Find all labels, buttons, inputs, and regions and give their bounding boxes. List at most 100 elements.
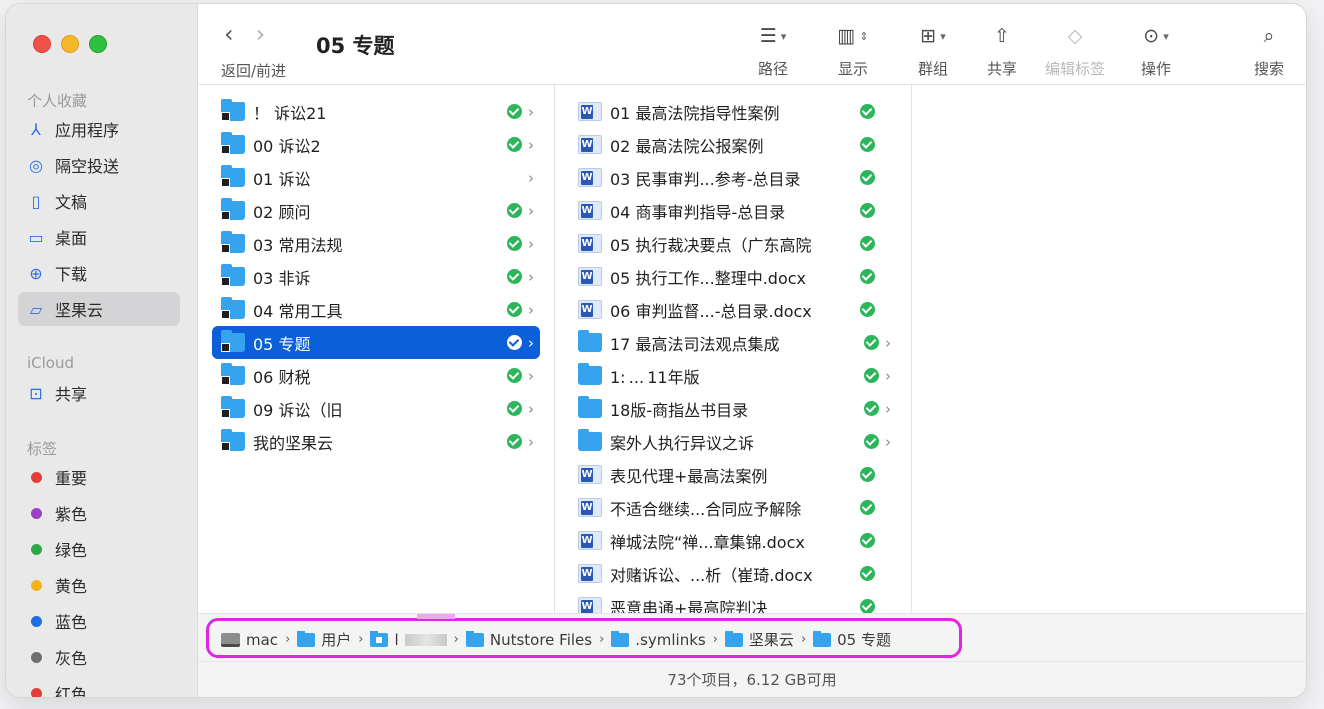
sidebar-item-desktop[interactable]: ▭ 桌面 (18, 220, 180, 254)
item-name: 06 审判监督...-总目录.docx (610, 301, 812, 321)
list-item[interactable]: 03 非诉 › (212, 260, 540, 293)
word-document-icon (578, 267, 602, 286)
chevron-right-icon: › (528, 300, 534, 319)
tag-blue-dot (31, 615, 42, 627)
path-item-label: Nutstore Files (489, 630, 593, 649)
column-contents: 01 最高法院指导性案例 02 最高法院公报案例 03 民事审判...参考-总目… (555, 85, 912, 613)
path-item-nutstore-files[interactable]: Nutstore Files (465, 630, 593, 649)
sidebar-item-label: 重要 (55, 469, 88, 488)
sync-check-icon (860, 533, 875, 548)
folder-icon (578, 330, 602, 352)
group-button[interactable]: ⊞ ▾ 群组 (898, 24, 968, 79)
redacted-username (404, 633, 447, 646)
sidebar-item-label: 文稿 (55, 193, 88, 212)
list-item[interactable]: 05 执行裁决要点（广东高院 (569, 227, 897, 260)
path-item-home[interactable]: l (370, 630, 447, 649)
item-name: 02 最高法院公报案例 (610, 136, 764, 156)
sidebar-tag-green[interactable]: 绿色 (18, 532, 180, 566)
chevron-down-icon: ▾ (780, 29, 787, 43)
list-item[interactable]: 04 常用工具 › (212, 293, 540, 326)
item-name: 04 商事审判指导-总目录 (610, 202, 786, 222)
forward-button[interactable]: › (256, 20, 266, 48)
path-item-users[interactable]: 用户 (297, 629, 351, 650)
sidebar-tag-important[interactable]: 重要 (18, 460, 180, 494)
sidebar-tag-gray[interactable]: 灰色 (18, 640, 180, 674)
sidebar-item-applications[interactable]: ⅄ 应用程序 (18, 112, 180, 146)
chevron-right-icon: › (528, 432, 534, 451)
list-item[interactable]: 18版-商指丛书目录 › (569, 392, 897, 425)
list-item[interactable]: 01 诉讼 › (212, 161, 540, 194)
list-item[interactable]: 02 顾问 › (212, 194, 540, 227)
path-item-nutstore[interactable]: 坚果云 (724, 629, 794, 650)
sidebar-item-label: 共享 (55, 385, 88, 404)
sidebar-tag-purple[interactable]: 紫色 (18, 496, 180, 530)
tag-red-dot (31, 471, 42, 483)
list-item[interactable]: 03 民事审判...参考-总目录 (569, 161, 897, 194)
list-item[interactable]: 17 最高法司法观点集成 › (569, 326, 897, 359)
breadcrumb: mac › 用户 › l › Nutstore Files › .symlink… (221, 629, 891, 650)
columns-view-icon: ▥ (837, 25, 856, 47)
list-item[interactable]: 03 常用法规 › (212, 227, 540, 260)
list-item[interactable]: ！ 诉讼21 › (212, 95, 540, 128)
list-item[interactable]: 禅城法院“禅...章集锦.docx (569, 524, 897, 557)
sidebar-item-downloads[interactable]: ⊕ 下载 (18, 256, 180, 290)
back-button[interactable]: ‹ (224, 20, 234, 48)
zoom-window-button[interactable] (89, 35, 107, 53)
sidebar-item-label: 黄色 (55, 577, 88, 596)
word-document-icon (578, 102, 602, 121)
chevron-right-icon: › (528, 366, 534, 385)
sidebar-tag-red[interactable]: 红色 (18, 676, 180, 697)
document-icon: ▯ (31, 191, 41, 211)
list-item[interactable]: 1: ... 11年版 › (569, 359, 897, 392)
list-item[interactable]: 06 审判监督...-总目录.docx (569, 293, 897, 326)
share-button[interactable]: ⇧ 共享 (967, 24, 1037, 79)
search-button[interactable]: ⌕ 搜索 (1234, 24, 1304, 79)
chevron-right-icon: › (528, 168, 534, 187)
chevron-right-icon: › (528, 234, 534, 253)
list-item[interactable]: 我的坚果云 › (212, 425, 540, 458)
list-item[interactable]: 06 财税 › (212, 359, 540, 392)
list-item[interactable]: 09 诉讼（旧 › (212, 392, 540, 425)
chevron-right-icon: › (800, 632, 807, 647)
folder-icon (578, 363, 602, 385)
list-item[interactable]: 恶意串通+最高院判决 (569, 590, 897, 613)
sidebar-item-nutstore[interactable]: ▱ 坚果云 (18, 292, 180, 326)
list-item[interactable]: 00 诉讼2 › (212, 128, 540, 161)
path-item-current[interactable]: 05 专题 (813, 629, 891, 650)
path-item-label: l (394, 630, 399, 649)
chevron-right-icon: › (528, 201, 534, 220)
item-name: 我的坚果云 (253, 433, 334, 453)
item-name: 05 专题 (253, 334, 311, 354)
path-item-symlinks[interactable]: .symlinks (611, 630, 706, 649)
action-button[interactable]: ⊙ ▾ 操作 (1121, 24, 1191, 79)
sidebar: 个人收藏 ⅄ 应用程序 ◎ 隔空投送 ▯ 文稿 ▭ 桌面 ⊕ 下载 ▱ 坚果云 … (6, 4, 198, 697)
minimize-window-button[interactable] (61, 35, 79, 53)
sync-check-icon (864, 335, 879, 350)
window-controls (33, 35, 107, 53)
path-button[interactable]: ☰ ▾ 路径 (738, 24, 808, 79)
column-parent: ！ 诉讼21 › 00 诉讼2 › 01 诉讼 › 02 顾问 › 03 常用法… (198, 85, 555, 613)
list-item[interactable]: 不适合继续...合同应予解除 (569, 491, 897, 524)
sidebar-tag-blue[interactable]: 蓝色 (18, 604, 180, 638)
sidebar-item-airdrop[interactable]: ◎ 隔空投送 (18, 148, 180, 182)
list-item[interactable]: 02 最高法院公报案例 (569, 128, 897, 161)
close-window-button[interactable] (33, 35, 51, 53)
sidebar-tag-yellow[interactable]: 黄色 (18, 568, 180, 602)
view-button[interactable]: ▥ ⇕ 显示 (818, 24, 888, 79)
sidebar-item-documents[interactable]: ▯ 文稿 (18, 184, 180, 218)
edit-tags-button[interactable]: ◇ 编辑标签 (1040, 24, 1110, 79)
item-name: 04 常用工具 (253, 301, 343, 321)
list-item[interactable]: 对赌诉讼、...析（崔琦.docx (569, 557, 897, 590)
list-item-selected[interactable]: 05 专题 › (212, 326, 540, 359)
list-item[interactable]: 表见代理+最高法案例 (569, 458, 897, 491)
list-item[interactable]: 04 商事审判指导-总目录 (569, 194, 897, 227)
list-item[interactable]: 05 执行工作...整理中.docx (569, 260, 897, 293)
sync-check-icon (860, 104, 875, 119)
sidebar-item-shared[interactable]: ⊡ 共享 (18, 376, 180, 410)
item-name: 06 财税 (253, 367, 311, 387)
tags-header: 标签 (27, 440, 58, 458)
list-item[interactable]: 案外人执行异议之诉 › (569, 425, 897, 458)
path-item-mac[interactable]: mac (221, 631, 278, 649)
list-item[interactable]: 01 最高法院指导性案例 (569, 95, 897, 128)
sync-check-icon (864, 368, 879, 383)
